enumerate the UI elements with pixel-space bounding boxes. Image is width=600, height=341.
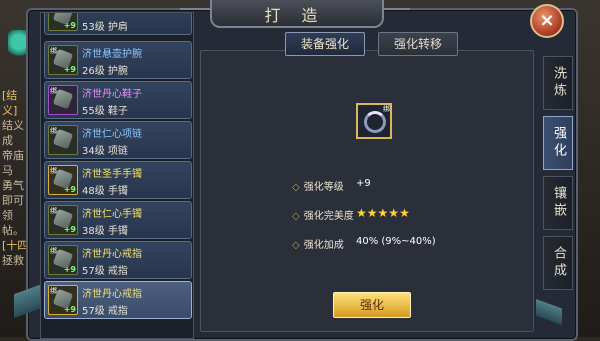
list-item[interactable]: 绑+9 53级 护肩 xyxy=(44,13,192,35)
stat-label: 强化完美度 xyxy=(303,211,354,222)
selected-equipment-slot[interactable]: 绑 xyxy=(356,103,392,139)
enhance-plus-badge: +9 xyxy=(63,265,76,274)
ring-icon xyxy=(364,111,386,133)
enhance-plus-badge: +9 xyxy=(63,225,76,234)
perfection-stars: ★★★★★ xyxy=(356,206,410,220)
star-icon: ★ xyxy=(388,206,400,220)
item-slot: 绑 +9 xyxy=(48,285,78,315)
side-tab[interactable]: 合成 xyxy=(543,236,573,290)
list-item[interactable]: 绑 济世丹心鞋子 55级 鞋子 xyxy=(44,81,192,119)
item-slot: 绑 +9 xyxy=(48,245,78,275)
diamond-bullet-icon: ◇ xyxy=(292,182,300,193)
side-tab[interactable]: 镶嵌 xyxy=(543,176,573,230)
item-name: 济世丹心戒指 xyxy=(82,289,142,300)
item-slot: 绑 +9 xyxy=(48,165,78,195)
list-item[interactable]: 绑 济世仁心项链 34级 项链 xyxy=(44,121,192,159)
stat-enhance-level: ◇ 强化等级 xyxy=(292,178,344,193)
item-level: 53级 护肩 xyxy=(82,22,128,33)
list-item[interactable]: 绑 +9 济世丹心戒指 57级 戒指 xyxy=(44,241,192,279)
item-slot: 绑 xyxy=(48,85,78,115)
bound-tag: 绑 xyxy=(50,87,57,95)
enhance-panel xyxy=(200,50,534,332)
stat-enhance-bonus: ◇ 强化加成 xyxy=(292,236,344,251)
equipment-list[interactable]: 绑+953级 护肩绑+9济世悬壶护腕26级 护腕绑济世丹心鞋子55级 鞋子绑济世… xyxy=(40,12,194,339)
diamond-bullet-icon: ◇ xyxy=(292,240,300,251)
item-name: 济世圣手手镯 xyxy=(82,169,142,180)
bound-tag: 绑 xyxy=(50,247,57,255)
bound-tag: 绑 xyxy=(383,105,390,113)
bound-tag: 绑 xyxy=(50,47,57,55)
bound-tag: 绑 xyxy=(50,287,57,295)
enhance-button[interactable]: 强化 xyxy=(333,292,411,318)
enhance-plus-badge: +9 xyxy=(63,21,76,30)
item-level: 26级 护腕 xyxy=(82,66,128,77)
diamond-bullet-icon: ◇ xyxy=(292,211,300,222)
stat-perfection: ◇ 强化完美度 xyxy=(292,207,354,222)
bound-tag: 绑 xyxy=(50,127,57,135)
item-slot: 绑+9 xyxy=(48,13,78,31)
leaf-ornament-right xyxy=(536,286,562,332)
list-item[interactable]: 绑 +9 济世仁心手镯 38级 手镯 xyxy=(44,201,192,239)
stat-label: 强化等级 xyxy=(303,182,344,193)
side-tab[interactable]: 强化 xyxy=(543,116,573,170)
star-icon: ★ xyxy=(356,206,367,220)
item-slot: 绑 +9 xyxy=(48,205,78,235)
stat-label: 强化加成 xyxy=(303,240,344,251)
stat-enhance-bonus-value: 40% (9%~40%) xyxy=(356,236,436,247)
enhance-plus-badge: +9 xyxy=(63,305,76,314)
close-icon[interactable]: × xyxy=(530,4,564,38)
list-item[interactable]: 绑 +9 济世圣手手镯 48级 手镯 xyxy=(44,161,192,199)
list-item[interactable]: 绑 +9 济世丹心戒指 57级 戒指 xyxy=(44,281,192,319)
star-icon: ★ xyxy=(399,206,410,220)
star-icon: ★ xyxy=(377,206,389,220)
enhance-plus-badge: +9 xyxy=(63,65,76,74)
bound-tag: 绑 xyxy=(50,167,57,175)
item-level: 57级 戒指 xyxy=(82,306,128,317)
item-name: 济世丹心鞋子 xyxy=(82,89,142,100)
side-tab[interactable]: 洗炼 xyxy=(543,56,573,110)
item-level: 38级 手镯 xyxy=(82,226,128,237)
item-name: 济世仁心项链 xyxy=(82,129,142,140)
bound-tag: 绑 xyxy=(50,207,57,215)
star-icon: ★ xyxy=(366,206,378,220)
stat-enhance-level-value: +9 xyxy=(356,178,371,189)
tab-equip-enhance[interactable]: 装备强化 xyxy=(285,32,365,56)
window-title: 打 造 xyxy=(264,6,326,25)
item-level: 48级 手镯 xyxy=(82,186,128,197)
item-name: 济世仁心手镯 xyxy=(82,209,142,220)
item-level: 34级 项链 xyxy=(82,146,128,157)
tab-enhance-transfer[interactable]: 强化转移 xyxy=(378,32,458,56)
title-ornament-right xyxy=(380,8,410,20)
item-name: 济世丹心戒指 xyxy=(82,249,142,260)
list-item[interactable]: 绑 +9 济世悬壶护腕 26级 护腕 xyxy=(44,41,192,79)
item-slot: 绑 +9 xyxy=(48,45,78,75)
item-level: 57级 戒指 xyxy=(82,266,128,277)
item-level: 55级 鞋子 xyxy=(82,106,128,117)
item-name: 济世悬壶护腕 xyxy=(82,49,142,60)
leaf-ornament-left xyxy=(14,262,40,332)
item-slot: 绑 xyxy=(48,125,78,155)
enhance-plus-badge: +9 xyxy=(63,185,76,194)
